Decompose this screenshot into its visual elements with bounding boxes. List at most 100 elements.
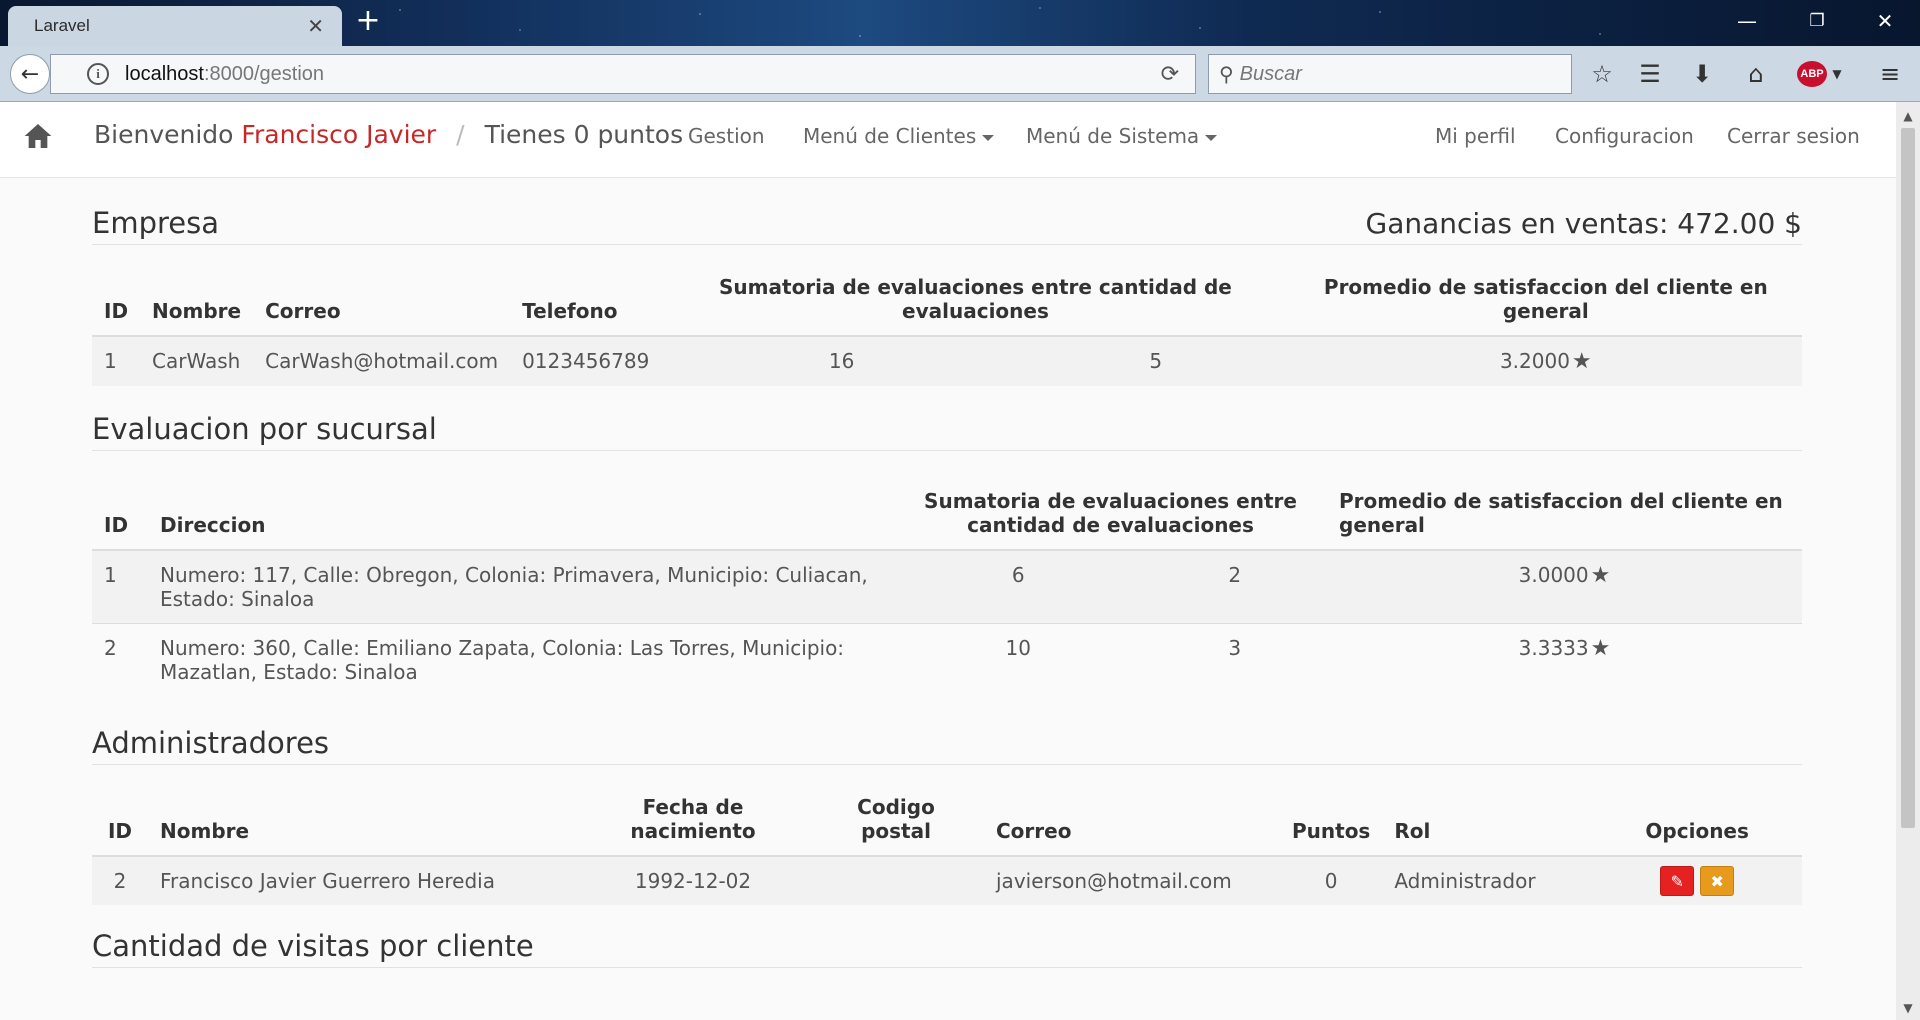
search-input[interactable] bbox=[1239, 62, 1540, 86]
sucursal-title: Evaluacion por sucursal bbox=[92, 412, 437, 446]
caret-down-icon bbox=[982, 134, 995, 141]
cell-nombre: Francisco Javier Guerrero Heredia bbox=[148, 856, 578, 905]
delete-button[interactable]: ✖ bbox=[1700, 866, 1735, 896]
nav-configuracion[interactable]: Configuracion bbox=[1555, 124, 1694, 148]
empresa-title: Empresa bbox=[92, 206, 219, 240]
url-host: localhost bbox=[125, 62, 204, 85]
table-row: 2 Francisco Javier Guerrero Heredia 1992… bbox=[92, 856, 1802, 905]
nav-menu-clientes[interactable]: Menú de Clientes bbox=[803, 124, 995, 148]
main-content: Empresa Ganancias en ventas: 472.00 $ ID… bbox=[92, 178, 1802, 968]
url-text[interactable]: localhost:8000/gestion bbox=[125, 63, 1161, 86]
adblock-icon[interactable]: ABP bbox=[1797, 61, 1827, 87]
star-icon: ★ bbox=[1571, 349, 1592, 374]
caret-down-icon bbox=[1205, 134, 1218, 141]
info-icon[interactable]: i bbox=[87, 63, 109, 85]
close-window-button[interactable]: ✕ bbox=[1860, 4, 1910, 38]
cell-sumatoria: 16 bbox=[661, 336, 1022, 386]
cell-opciones: ✎ ✖ bbox=[1592, 856, 1802, 905]
restore-button[interactable]: ❐ bbox=[1792, 4, 1842, 38]
home-browser-icon[interactable]: ⌂ bbox=[1740, 58, 1772, 90]
col-promedio: Promedio de satisfaccion del cliente en … bbox=[1327, 489, 1802, 551]
tab-close-icon[interactable]: ✕ bbox=[307, 14, 324, 38]
col-correo: Correo bbox=[253, 275, 511, 337]
page-viewport: Bienvenido Francisco Javier / Tienes 0 p… bbox=[0, 102, 1896, 1020]
nav-menu-clientes-label: Menú de Clientes bbox=[803, 124, 977, 148]
browser-toolbar: i localhost:8000/gestion ⟳ ← ⚲ ☆ ☰ ⬇ ⌂ A… bbox=[0, 46, 1920, 102]
tab-title: Laravel bbox=[34, 16, 90, 35]
cell-codigo-postal bbox=[808, 856, 984, 905]
back-button[interactable]: ← bbox=[10, 54, 50, 94]
cell-promedio: 3.3333★ bbox=[1327, 623, 1802, 696]
cell-correo: javierson@hotmail.com bbox=[984, 856, 1280, 905]
scroll-up-icon[interactable]: ▲ bbox=[1896, 106, 1920, 126]
home-icon[interactable] bbox=[22, 120, 54, 152]
sucursal-header: Evaluacion por sucursal bbox=[92, 412, 1802, 451]
navbar-brand: Bienvenido Francisco Javier / Tienes 0 p… bbox=[94, 120, 683, 149]
admin-table: ID Nombre Fecha de nacimiento Codigo pos… bbox=[92, 795, 1802, 905]
cell-puntos: 0 bbox=[1280, 856, 1383, 905]
col-nombre: Nombre bbox=[148, 795, 578, 857]
col-rol: Rol bbox=[1382, 795, 1593, 857]
search-icon: ⚲ bbox=[1219, 62, 1234, 86]
x-icon: ✖ bbox=[1710, 872, 1724, 891]
col-sumatoria: Sumatoria de evaluaciones entre cantidad… bbox=[661, 275, 1290, 337]
minimize-button[interactable]: — bbox=[1722, 4, 1772, 38]
nav-mi-perfil[interactable]: Mi perfil bbox=[1435, 124, 1516, 148]
cell-sumatoria: 10 bbox=[894, 623, 1143, 696]
col-id: ID bbox=[92, 489, 148, 551]
browser-tab[interactable]: Laravel ✕ bbox=[8, 6, 342, 46]
nav-cerrar-sesion[interactable]: Cerrar sesion bbox=[1727, 124, 1860, 148]
col-correo: Correo bbox=[984, 795, 1280, 857]
cell-cantidad: 2 bbox=[1142, 550, 1328, 624]
admin-title: Administradores bbox=[92, 726, 330, 760]
points-text: Tienes 0 puntos bbox=[484, 120, 684, 149]
scroll-thumb[interactable] bbox=[1901, 128, 1915, 828]
cell-fecha: 1992-12-02 bbox=[578, 856, 808, 905]
table-row: 1 CarWash CarWash@hotmail.com 0123456789… bbox=[92, 336, 1802, 386]
welcome-text: Bienvenido bbox=[94, 120, 234, 149]
url-bar[interactable]: i localhost:8000/gestion ⟳ bbox=[50, 54, 1196, 94]
search-bar[interactable]: ⚲ bbox=[1208, 54, 1572, 94]
visitas-title: Cantidad de visitas por cliente bbox=[92, 929, 534, 963]
cell-promedio: 3.2000★ bbox=[1289, 336, 1802, 386]
cell-sumatoria: 6 bbox=[894, 550, 1143, 624]
visitas-header: Cantidad de visitas por cliente bbox=[92, 929, 1802, 968]
col-promedio: Promedio de satisfaccion del cliente en … bbox=[1289, 275, 1802, 337]
cell-id: 2 bbox=[92, 623, 148, 696]
adblock-dropdown-icon[interactable]: ▼ bbox=[1830, 58, 1844, 90]
cell-cantidad: 5 bbox=[1021, 336, 1290, 386]
earnings-text: Ganancias en ventas: 472.00 $ bbox=[1365, 207, 1803, 240]
promedio-value: 3.0000 bbox=[1518, 563, 1589, 587]
nav-menu-sistema-label: Menú de Sistema bbox=[1026, 124, 1200, 148]
cell-id: 2 bbox=[92, 856, 148, 905]
col-id: ID bbox=[92, 275, 141, 337]
nav-menu-sistema[interactable]: Menú de Sistema bbox=[1026, 124, 1218, 148]
empresa-header: Empresa Ganancias en ventas: 472.00 $ bbox=[92, 206, 1802, 245]
bookmark-star-icon[interactable]: ☆ bbox=[1586, 58, 1618, 90]
cell-cantidad: 3 bbox=[1142, 623, 1328, 696]
edit-button[interactable]: ✎ bbox=[1660, 866, 1695, 896]
reading-list-icon[interactable]: ☰ bbox=[1634, 58, 1666, 90]
new-tab-button[interactable]: + bbox=[350, 6, 386, 40]
promedio-value: 3.3333 bbox=[1518, 636, 1589, 660]
back-arrow-icon: ← bbox=[20, 61, 40, 87]
sucursal-table: ID Direccion Sumatoria de evaluaciones e… bbox=[92, 489, 1802, 696]
download-icon[interactable]: ⬇ bbox=[1686, 58, 1718, 90]
reload-icon[interactable]: ⟳ bbox=[1161, 62, 1179, 87]
cell-id: 1 bbox=[92, 336, 141, 386]
nav-gestion[interactable]: Gestion bbox=[688, 124, 765, 148]
cell-direccion: Numero: 117, Calle: Obregon, Colonia: Pr… bbox=[148, 550, 894, 624]
browser-tab-bar: Laravel ✕ + — ❐ ✕ bbox=[0, 0, 1920, 46]
site-navbar: Bienvenido Francisco Javier / Tienes 0 p… bbox=[0, 102, 1896, 178]
cell-direccion: Numero: 360, Calle: Emiliano Zapata, Col… bbox=[148, 623, 894, 696]
scroll-down-icon[interactable]: ▼ bbox=[1896, 998, 1920, 1018]
cell-id: 1 bbox=[92, 550, 148, 624]
col-codigo-postal: Codigo postal bbox=[808, 795, 984, 857]
empresa-table: ID Nombre Correo Telefono Sumatoria de e… bbox=[92, 275, 1802, 386]
col-telefono: Telefono bbox=[510, 275, 662, 337]
promedio-value: 3.2000 bbox=[1499, 349, 1570, 373]
page-scrollbar[interactable]: ▲ ▼ bbox=[1896, 102, 1920, 1020]
cell-correo: CarWash@hotmail.com bbox=[253, 336, 511, 386]
menu-hamburger-icon[interactable]: ≡ bbox=[1874, 58, 1906, 90]
admin-header: Administradores bbox=[92, 726, 1802, 765]
